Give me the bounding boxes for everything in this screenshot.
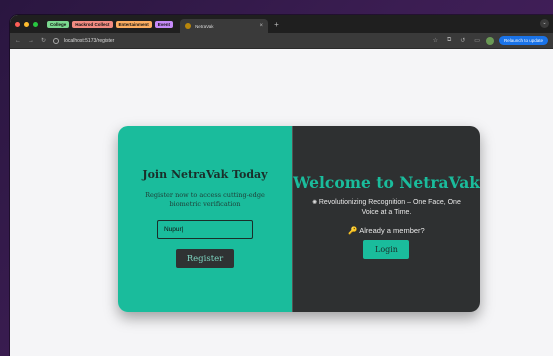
address-bar[interactable]: localhost:5173/register — [53, 37, 424, 44]
tab-group-entertainment[interactable]: Entertainment — [115, 20, 152, 28]
member-prompt-text: Already a member? — [359, 226, 425, 235]
new-tab-button[interactable]: + — [274, 20, 279, 29]
page-content: Join NetraVak Today Register now to acce… — [10, 49, 553, 356]
register-subtitle: Register now to access cutting-edge biom… — [145, 191, 265, 208]
name-input[interactable]: Nupur| — [156, 220, 253, 239]
browser-window: College Hackrod Collect Entertainment Ev… — [10, 15, 553, 356]
active-tab[interactable]: NetraVak × — [180, 19, 269, 33]
profile-avatar[interactable] — [485, 36, 494, 45]
register-panel: Join NetraVak Today Register now to acce… — [118, 126, 292, 312]
tab-search-icon[interactable]: ⌄ — [540, 19, 549, 28]
browser-toolbar: ← → ↻ localhost:5173/register ☆ ⧉ ↺ ▭ Re… — [10, 33, 553, 49]
reload-icon[interactable]: ↻ — [41, 37, 46, 44]
register-title: Join NetraVak Today — [142, 168, 268, 181]
bookmark-star-icon[interactable]: ☆ — [433, 37, 438, 44]
tagline: ✺ Revolutionizing Recognition – One Face… — [306, 198, 466, 218]
forward-icon[interactable]: → — [28, 38, 34, 44]
back-icon[interactable]: ← — [15, 38, 21, 44]
tagline-text: Revolutionizing Recognition – One Face, … — [318, 199, 461, 216]
tab-group-hackrod[interactable]: Hackrod Collect — [72, 20, 113, 28]
sidebar-icon[interactable]: ▭ — [474, 37, 480, 44]
favicon-icon — [185, 23, 192, 29]
extension-icon[interactable]: ⧉ — [447, 37, 451, 44]
site-info-icon[interactable] — [53, 37, 60, 44]
register-card: Join NetraVak Today Register now to acce… — [118, 126, 480, 312]
history-icon[interactable]: ↺ — [460, 37, 465, 44]
relaunch-button[interactable]: Relaunch to update — [498, 36, 548, 45]
window-controls — [15, 21, 38, 27]
key-icon: 🔑 — [348, 226, 358, 235]
minimize-window-icon[interactable] — [24, 21, 29, 27]
tab-group-event[interactable]: Event — [154, 20, 174, 28]
tab-bar: College Hackrod Collect Entertainment Ev… — [10, 15, 553, 33]
login-button[interactable]: Login — [363, 240, 410, 259]
welcome-panel: Welcome to NetraVak ✺ Revolutionizing Re… — [291, 126, 480, 312]
close-window-icon[interactable] — [15, 21, 20, 27]
url-text[interactable]: localhost:5173/register — [64, 38, 114, 44]
close-tab-icon[interactable]: × — [260, 23, 264, 29]
member-prompt: 🔑 Already a member? — [348, 226, 424, 235]
tab-title: NetraVak — [195, 23, 214, 29]
sparkle-icon: ✺ — [312, 200, 319, 206]
zoom-window-icon[interactable] — [33, 21, 38, 27]
tab-group-college[interactable]: College — [47, 20, 70, 28]
welcome-title: Welcome to NetraVak — [292, 173, 480, 192]
register-button[interactable]: Register — [175, 249, 234, 268]
